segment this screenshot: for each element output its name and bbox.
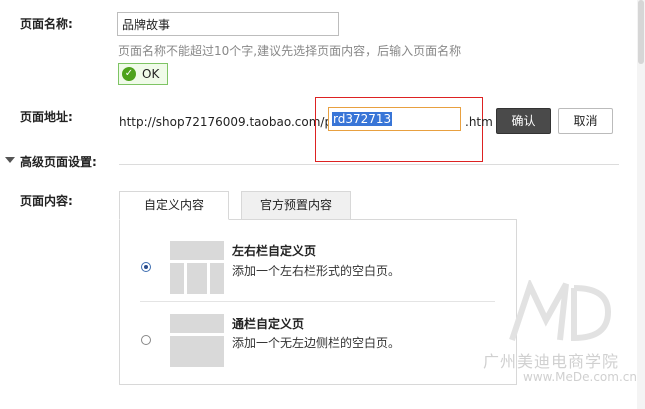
option-title: 通栏自定义页 bbox=[232, 317, 305, 331]
watermark-url: www.MeDe.com.cn bbox=[523, 370, 637, 384]
check-circle-icon: ✓ bbox=[122, 67, 136, 81]
option-divider bbox=[140, 301, 495, 302]
radio-left-right-page[interactable] bbox=[141, 262, 151, 272]
option-description: 添加一个左右栏形式的空白页。 bbox=[232, 264, 401, 278]
highlight-box bbox=[315, 97, 483, 162]
divider bbox=[119, 164, 619, 165]
ok-text: OK bbox=[142, 67, 160, 81]
scrollbar[interactable] bbox=[637, 0, 645, 409]
watermark-logo bbox=[509, 280, 612, 342]
full-width-layout-thumbnail bbox=[170, 314, 224, 367]
triangle-down-icon[interactable] bbox=[5, 157, 15, 163]
option-description: 添加一个无左边侧栏的空白页。 bbox=[232, 336, 401, 350]
tab-custom-content[interactable]: 自定义内容 bbox=[119, 191, 229, 220]
url-prefix: http://shop72176009.taobao.com/p/ bbox=[119, 115, 337, 129]
radio-full-width-page[interactable] bbox=[141, 335, 151, 345]
page-content-label: 页面内容: bbox=[20, 194, 73, 208]
left-right-layout-thumbnail bbox=[170, 241, 224, 294]
advanced-settings-toggle[interactable]: 高级页面设置: bbox=[20, 153, 97, 170]
page-name-hint: 页面名称不能超过10个字,建议先选择页面内容，后输入页面名称 bbox=[118, 44, 462, 58]
cancel-button[interactable]: 取消 bbox=[558, 108, 613, 134]
confirm-button[interactable]: 确认 bbox=[496, 108, 551, 134]
tab-preset-content[interactable]: 官方预置内容 bbox=[241, 191, 351, 220]
page-name-input[interactable]: 品牌故事 bbox=[117, 12, 339, 36]
page-address-label: 页面地址: bbox=[20, 110, 73, 124]
ok-badge: ✓ OK bbox=[118, 63, 168, 85]
watermark-name: 广州美迪电商学院 bbox=[483, 352, 620, 371]
option-title: 左右栏自定义页 bbox=[232, 244, 317, 258]
url-suffix: .htm bbox=[465, 115, 493, 129]
page-name-label: 页面名称: bbox=[20, 17, 73, 31]
scrollbar-thumb[interactable] bbox=[638, 0, 644, 64]
